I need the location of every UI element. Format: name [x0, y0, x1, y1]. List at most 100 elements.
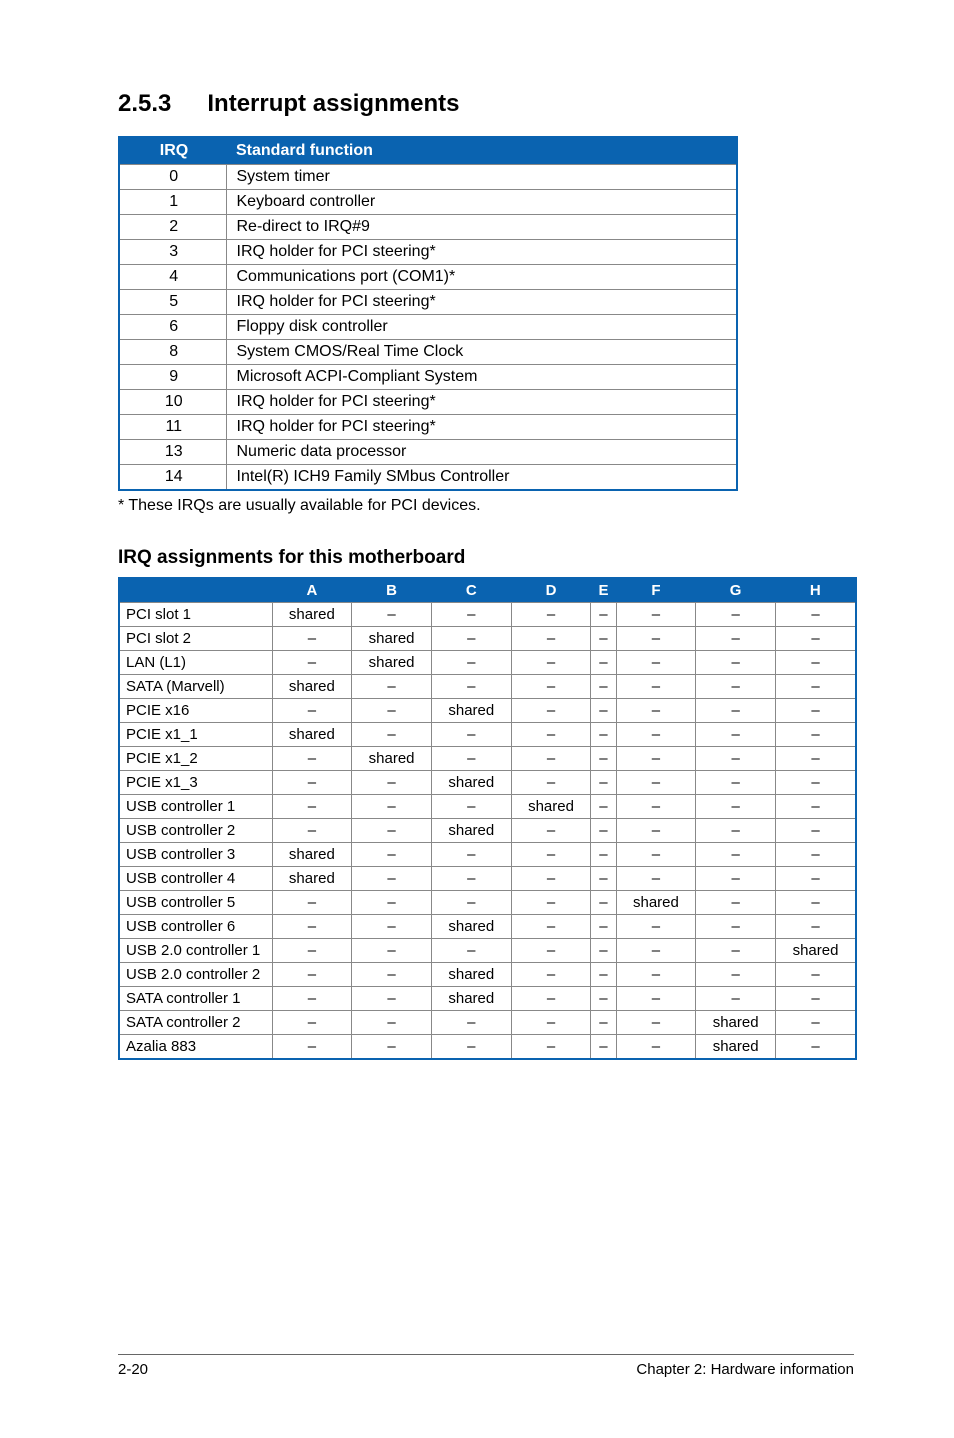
assign-cell: –: [431, 867, 511, 891]
assign-cell: –: [616, 795, 696, 819]
footer-chapter: Chapter 2: Hardware information: [636, 1361, 854, 1378]
device-cell: PCIE x1_2: [119, 747, 272, 771]
assign-cell: –: [272, 915, 352, 939]
table-row: SATA (Marvell)shared–––––––: [119, 675, 856, 699]
assign-cell: –: [696, 651, 776, 675]
assign-cell: –: [431, 891, 511, 915]
assign-cell: –: [591, 651, 616, 675]
assign-cell: –: [272, 963, 352, 987]
assign-cell: –: [776, 1035, 857, 1060]
table-row: USB 2.0 controller 2––shared–––––: [119, 963, 856, 987]
assign-cell: –: [272, 987, 352, 1011]
assign-cell: –: [616, 963, 696, 987]
assign-cell: –: [776, 1011, 857, 1035]
assign-cell: –: [431, 1011, 511, 1035]
device-cell: USB controller 2: [119, 819, 272, 843]
table-row: PCI slot 2–shared––––––: [119, 627, 856, 651]
assign-cell: –: [511, 603, 591, 627]
func-cell: IRQ holder for PCI steering*: [226, 415, 737, 440]
assign-cell: –: [511, 675, 591, 699]
table-row: PCIE x16––shared–––––: [119, 699, 856, 723]
table-row: 3IRQ holder for PCI steering*: [119, 240, 737, 265]
assign-cell: –: [616, 867, 696, 891]
assign-cell: –: [776, 627, 857, 651]
irq-header-irq: IRQ: [119, 137, 226, 165]
assign-cell: shared: [431, 915, 511, 939]
assign-cell: –: [272, 651, 352, 675]
assign-cell: shared: [352, 747, 432, 771]
assign-cell: –: [352, 819, 432, 843]
assign-cell: shared: [431, 963, 511, 987]
func-cell: IRQ holder for PCI steering*: [226, 240, 737, 265]
assign-cell: –: [591, 1011, 616, 1035]
assign-cell: –: [591, 819, 616, 843]
assign-cell: –: [511, 987, 591, 1011]
assign-cell: –: [352, 603, 432, 627]
assign-header-col: D: [511, 578, 591, 603]
assign-cell: –: [616, 699, 696, 723]
assign-cell: –: [511, 891, 591, 915]
table-row: 13Numeric data processor: [119, 440, 737, 465]
table-row: PCIE x1_1shared–––––––: [119, 723, 856, 747]
device-cell: USB controller 6: [119, 915, 272, 939]
assign-header-col: G: [696, 578, 776, 603]
assign-cell: –: [591, 915, 616, 939]
assign-cell: –: [431, 843, 511, 867]
func-cell: System CMOS/Real Time Clock: [226, 340, 737, 365]
assign-cell: –: [431, 627, 511, 651]
assign-cell: –: [776, 843, 857, 867]
assign-table: ABCDEFGH PCI slot 1shared–––––––PCI slot…: [118, 577, 857, 1060]
assign-cell: –: [696, 747, 776, 771]
assign-cell: –: [776, 819, 857, 843]
assign-cell: –: [616, 939, 696, 963]
assign-cell: –: [696, 699, 776, 723]
irq-cell: 0: [119, 165, 226, 190]
assign-cell: –: [591, 891, 616, 915]
assign-header-col: H: [776, 578, 857, 603]
table-row: USB controller 3shared–––––––: [119, 843, 856, 867]
assign-cell: –: [616, 747, 696, 771]
device-cell: SATA controller 2: [119, 1011, 272, 1035]
assign-cell: –: [352, 987, 432, 1011]
func-cell: Numeric data processor: [226, 440, 737, 465]
table-row: SATA controller 1––shared–––––: [119, 987, 856, 1011]
irq-cell: 2: [119, 215, 226, 240]
assign-cell: shared: [352, 651, 432, 675]
irq-cell: 4: [119, 265, 226, 290]
assign-cell: –: [511, 699, 591, 723]
assign-cell: –: [591, 699, 616, 723]
table-row: 6Floppy disk controller: [119, 315, 737, 340]
device-cell: USB controller 1: [119, 795, 272, 819]
device-cell: USB controller 3: [119, 843, 272, 867]
assign-header-device: [119, 578, 272, 603]
assign-cell: –: [776, 699, 857, 723]
irq-cell: 13: [119, 440, 226, 465]
assign-cell: –: [272, 1035, 352, 1060]
assign-cell: –: [591, 795, 616, 819]
assign-cell: –: [616, 819, 696, 843]
assign-cell: –: [696, 987, 776, 1011]
table-row: USB controller 1–––shared––––: [119, 795, 856, 819]
assign-cell: –: [431, 603, 511, 627]
assign-cell: –: [696, 939, 776, 963]
table-row: USB controller 2––shared–––––: [119, 819, 856, 843]
assign-cell: –: [591, 723, 616, 747]
assign-cell: –: [591, 603, 616, 627]
assign-cell: –: [272, 699, 352, 723]
assign-header-col: B: [352, 578, 432, 603]
assign-header-col: A: [272, 578, 352, 603]
assign-cell: –: [431, 1035, 511, 1060]
assign-cell: –: [272, 819, 352, 843]
assign-cell: –: [696, 819, 776, 843]
assign-cell: –: [591, 771, 616, 795]
func-cell: Microsoft ACPI-Compliant System: [226, 365, 737, 390]
func-cell: Re-direct to IRQ#9: [226, 215, 737, 240]
irq-cell: 11: [119, 415, 226, 440]
assign-cell: –: [431, 651, 511, 675]
table-row: USB controller 6––shared–––––: [119, 915, 856, 939]
page-footer: 2-20 Chapter 2: Hardware information: [118, 1354, 854, 1378]
assign-cell: –: [352, 1011, 432, 1035]
assign-cell: –: [511, 651, 591, 675]
assign-cell: –: [616, 987, 696, 1011]
assign-cell: –: [696, 771, 776, 795]
